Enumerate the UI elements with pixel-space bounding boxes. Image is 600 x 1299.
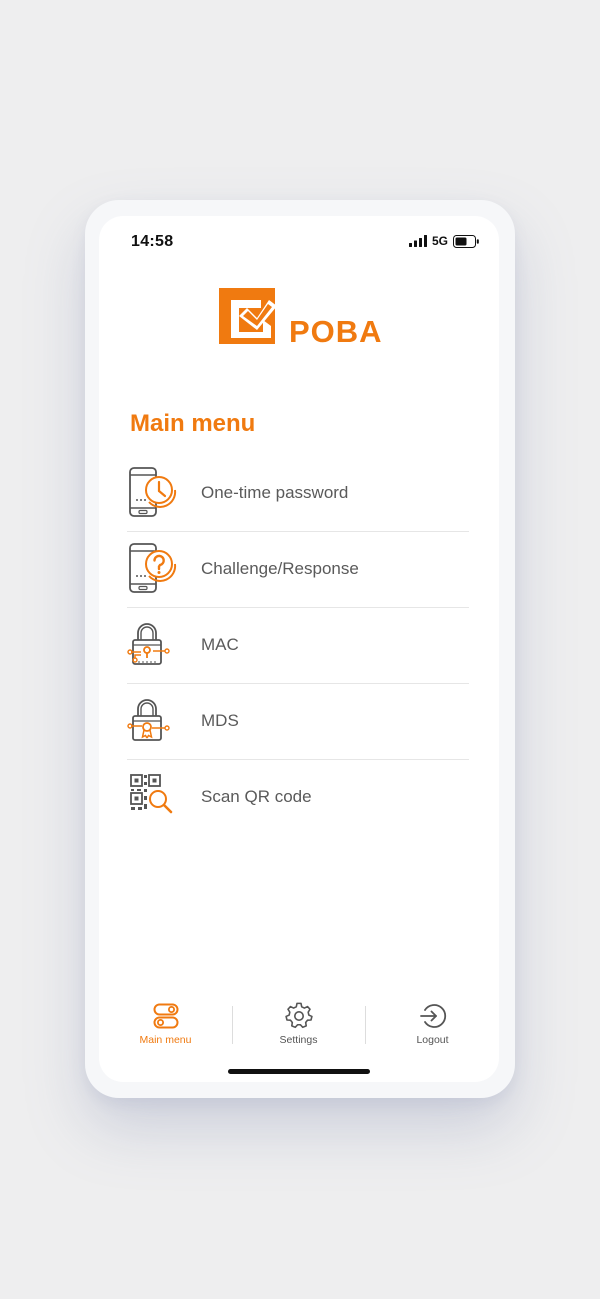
phone-question-icon [129, 543, 177, 593]
status-time: 14:58 [131, 233, 174, 250]
page-title: Main menu [130, 410, 256, 437]
menu-item-label: Scan QR code [201, 787, 312, 806]
menu-item-label: Challenge/Response [201, 559, 359, 578]
menu-item-challenge-response[interactable]: Challenge/Response [127, 532, 469, 608]
gear-icon [284, 1002, 313, 1029]
menu-item-scan-qr-code[interactable]: Scan QR code [127, 760, 469, 835]
menu-item-label: One-time password [201, 483, 349, 502]
padlock-certificate-icon [127, 699, 170, 741]
qr-search-icon [130, 774, 173, 814]
status-indicators: 5G [408, 234, 480, 248]
tab-label: Settings [279, 1034, 318, 1046]
brand-name: POBA [289, 314, 383, 349]
poba-logo-mark [219, 288, 277, 344]
menu-item-one-time-password[interactable]: One-time password [127, 456, 469, 532]
bottom-tab-bar: Main menu Settings Logout [99, 1000, 499, 1056]
home-indicator[interactable] [228, 1069, 370, 1074]
tab-settings[interactable]: Settings [232, 1000, 365, 1056]
main-menu-list: One-time password Challenge/Response MAC… [127, 456, 469, 835]
tab-main-menu[interactable]: Main menu [99, 1000, 232, 1056]
tab-logout[interactable]: Logout [366, 1000, 499, 1056]
tab-label: Main menu [139, 1034, 192, 1046]
brand-logo: POBA [217, 286, 387, 349]
phone-frame: 14:58 5G POBA Main menu One-time passwor… [85, 200, 515, 1098]
padlock-circuit-icon [127, 623, 170, 665]
menu-item-label: MDS [201, 711, 239, 730]
toggles-icon [153, 1003, 178, 1029]
menu-item-mds[interactable]: MDS [127, 684, 469, 760]
phone-clock-icon [129, 467, 177, 517]
network-label: 5G [431, 234, 448, 248]
tab-label: Logout [416, 1034, 449, 1046]
menu-item-mac[interactable]: MAC [127, 608, 469, 684]
status-bar: 14:58 5G [99, 216, 499, 268]
battery-icon [453, 234, 479, 248]
menu-item-label: MAC [201, 635, 239, 654]
cellular-signal-icon [408, 235, 427, 247]
logout-icon [419, 1004, 446, 1028]
app-screen: 14:58 5G POBA Main menu One-time passwor… [99, 216, 499, 1082]
